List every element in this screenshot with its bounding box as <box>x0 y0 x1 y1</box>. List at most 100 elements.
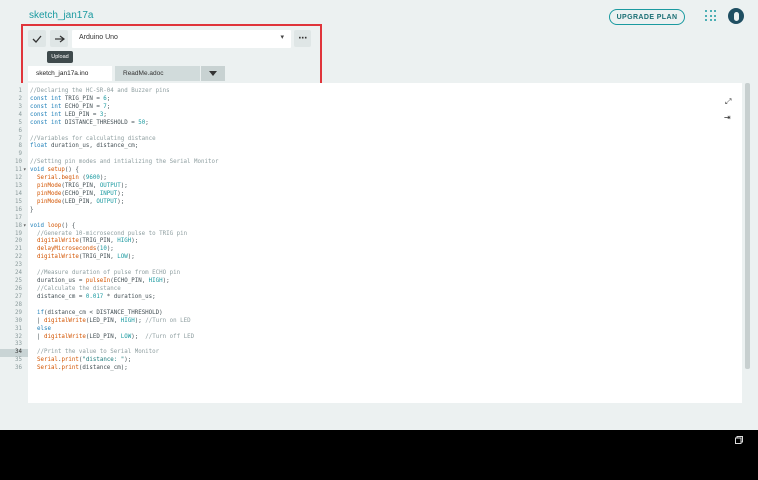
code-line[interactable]: 1 //Declaring the HC-SR-04 and Buzzer pin… <box>0 88 742 96</box>
line-number: 11 <box>15 167 22 174</box>
fold-toggle-icon[interactable]: ▾ <box>23 167 27 175</box>
line-number: 36 <box>15 365 22 372</box>
line-number: 25 <box>15 278 22 285</box>
code-text: pinMode(ECHO_PIN, INPUT); <box>36 190 125 197</box>
code-line[interactable]: 4 const int LED_PIN = 3; <box>0 112 742 120</box>
code-editor[interactable]: 1 //Declaring the HC-SR-04 and Buzzer pin… <box>0 83 742 403</box>
line-number: 16 <box>15 206 22 213</box>
code-line[interactable]: 24 //Measure duration of pulse from ECHO… <box>0 270 742 278</box>
line-number: 24 <box>15 270 22 277</box>
code-text: Serial.print(distance_cm); <box>36 365 128 372</box>
expand-icon[interactable]: ⤢ <box>725 97 731 107</box>
code-text: const int ECHO_PIN = 7; <box>30 103 111 110</box>
code-line[interactable]: 9 <box>0 151 742 159</box>
line-number: 18 <box>15 222 22 229</box>
code-line[interactable]: 20 digitalWrite(TRIG_PIN, HIGH); <box>0 238 742 246</box>
code-line[interactable]: 6 <box>0 128 742 136</box>
line-number: 9 <box>18 151 23 158</box>
code-line[interactable]: 22 digitalWrite(TRIG_PIN, LOW); <box>0 254 742 262</box>
code-text: //Variables for calculating distance <box>30 135 156 142</box>
code-text: //Declaring the HC-SR-04 and Buzzer pins <box>30 88 170 94</box>
serial-console[interactable] <box>0 430 758 480</box>
code-text: //Calculate the distance <box>36 286 121 292</box>
code-text: //Setting pin modes and intializing the … <box>30 159 219 166</box>
code-text: //Generate 10-microsecond pulse to TRIG … <box>36 230 188 237</box>
code-line[interactable]: 16} <box>0 207 742 215</box>
line-number: 21 <box>15 246 22 253</box>
line-number: 19 <box>15 230 22 237</box>
code-line[interactable]: 7 //Variables for calculating distance <box>0 136 742 144</box>
line-number: 13 <box>15 183 22 190</box>
upgrade-plan-button[interactable]: UPGRADE PLAN <box>609 9 685 25</box>
code-text: } <box>30 206 34 213</box>
code-text: | digitalWrite(LED_PIN, HIGH); //Turn on… <box>30 317 191 324</box>
code-text: const int DISTANCE_THRESHOLD = 50; <box>30 119 149 126</box>
code-text: //Print the value to Serial Monitor <box>36 349 160 356</box>
code-line[interactable]: 5 const int DISTANCE_THRESHOLD = 50; <box>0 120 742 128</box>
line-number: 31 <box>15 325 22 332</box>
line-number: 29 <box>15 309 22 316</box>
code-text: //Measure duration of pulse from ECHO pi… <box>36 270 181 277</box>
code-text: duration_us = pulseIn(ECHO_PIN, HIGH); <box>30 278 170 285</box>
line-number: 2 <box>18 95 23 102</box>
code-line[interactable]: 25 duration_us = pulseIn(ECHO_PIN, HIGH)… <box>0 278 742 286</box>
code-line[interactable]: 21 delayMicroseconds(10); <box>0 246 742 254</box>
code-line[interactable]: 8 float duration_us, distance_cm; <box>0 143 742 151</box>
code-line[interactable]: 32 | digitalWrite(LED_PIN, LOW); //Turn … <box>0 334 742 342</box>
code-line[interactable]: 28 <box>0 302 742 310</box>
line-number: 30 <box>15 317 22 324</box>
code-line[interactable]: 3 const int ECHO_PIN = 7; <box>0 104 742 112</box>
code-line[interactable]: 11 ▾ void setup() { <box>0 167 742 175</box>
code-line[interactable]: 18 ▾ void loop() { <box>0 223 742 231</box>
sketch-title[interactable]: sketch_jan17a <box>29 10 94 21</box>
fold-toggle-icon[interactable]: ▾ <box>23 223 27 231</box>
code-line[interactable]: 14 pinMode(ECHO_PIN, INPUT); <box>0 191 742 199</box>
line-number: 10 <box>15 159 22 166</box>
line-number: 28 <box>15 301 22 308</box>
code-text: pinMode(TRIG_PIN, OUTPUT); <box>36 183 128 190</box>
line-number: 20 <box>15 238 22 245</box>
code-line[interactable]: 26 //Calculate the distance <box>0 286 742 294</box>
code-line[interactable]: 33 <box>0 341 742 349</box>
grid-icon[interactable] <box>705 10 717 22</box>
code-line[interactable]: 17 <box>0 215 742 223</box>
user-avatar-icon[interactable] <box>728 8 744 24</box>
line-number: 12 <box>15 175 22 182</box>
code-text: distance_cm = 0.017 * duration_us; <box>30 293 156 300</box>
line-number: 15 <box>15 198 22 205</box>
code-text: const int LED_PIN = 3; <box>30 111 107 118</box>
code-text: delayMicroseconds(10); <box>36 246 114 253</box>
line-number: 14 <box>15 190 22 197</box>
line-number: 34 <box>0 349 28 358</box>
code-text: float duration_us, distance_cm; <box>30 143 139 150</box>
code-line[interactable]: 12 Serial.begin (9600); <box>0 175 742 183</box>
code-line[interactable]: 34 //Print the value to Serial Monitor <box>0 349 742 358</box>
code-text: void loop() { <box>30 222 76 229</box>
code-line[interactable]: 23 <box>0 262 742 270</box>
copy-icon[interactable] <box>735 436 743 444</box>
code-line[interactable]: 2 const int TRIG_PIN = 6; <box>0 96 742 104</box>
code-line[interactable]: 10 //Setting pin modes and intializing th… <box>0 159 742 167</box>
code-line[interactable]: 31 else <box>0 326 742 334</box>
code-line[interactable]: 27 distance_cm = 0.017 * duration_us; <box>0 294 742 302</box>
line-number: 5 <box>18 119 23 126</box>
line-number: 27 <box>15 293 22 300</box>
code-line[interactable]: 19 //Generate 10-microsecond pulse to TR… <box>0 231 742 239</box>
line-number: 35 <box>15 357 22 364</box>
code-text: Serial.print("distance: "); <box>36 357 132 364</box>
code-line[interactable]: 29 if(distance_cm < DISTANCE_THRESHOLD) <box>0 310 742 318</box>
editor-scrollbar[interactable] <box>745 83 750 369</box>
code-line[interactable]: 35 Serial.print("distance: "); <box>0 357 742 365</box>
code-line[interactable]: 36 Serial.print(distance_cm); <box>0 365 742 373</box>
line-number: 8 <box>18 143 23 150</box>
code-line[interactable]: 15 pinMode(LED_PIN, OUTPUT); <box>0 199 742 207</box>
line-number: 23 <box>15 262 22 269</box>
code-line[interactable]: 30 | digitalWrite(LED_PIN, HIGH); //Turn… <box>0 318 742 326</box>
line-number: 6 <box>18 127 23 134</box>
code-text: const int TRIG_PIN = 6; <box>30 95 111 102</box>
code-line[interactable]: 13 pinMode(TRIG_PIN, OUTPUT); <box>0 183 742 191</box>
indent-icon[interactable]: ⇥ <box>724 113 731 122</box>
line-number: 33 <box>15 341 22 348</box>
line-number: 32 <box>15 333 22 340</box>
code-text: void setup() { <box>30 167 79 174</box>
